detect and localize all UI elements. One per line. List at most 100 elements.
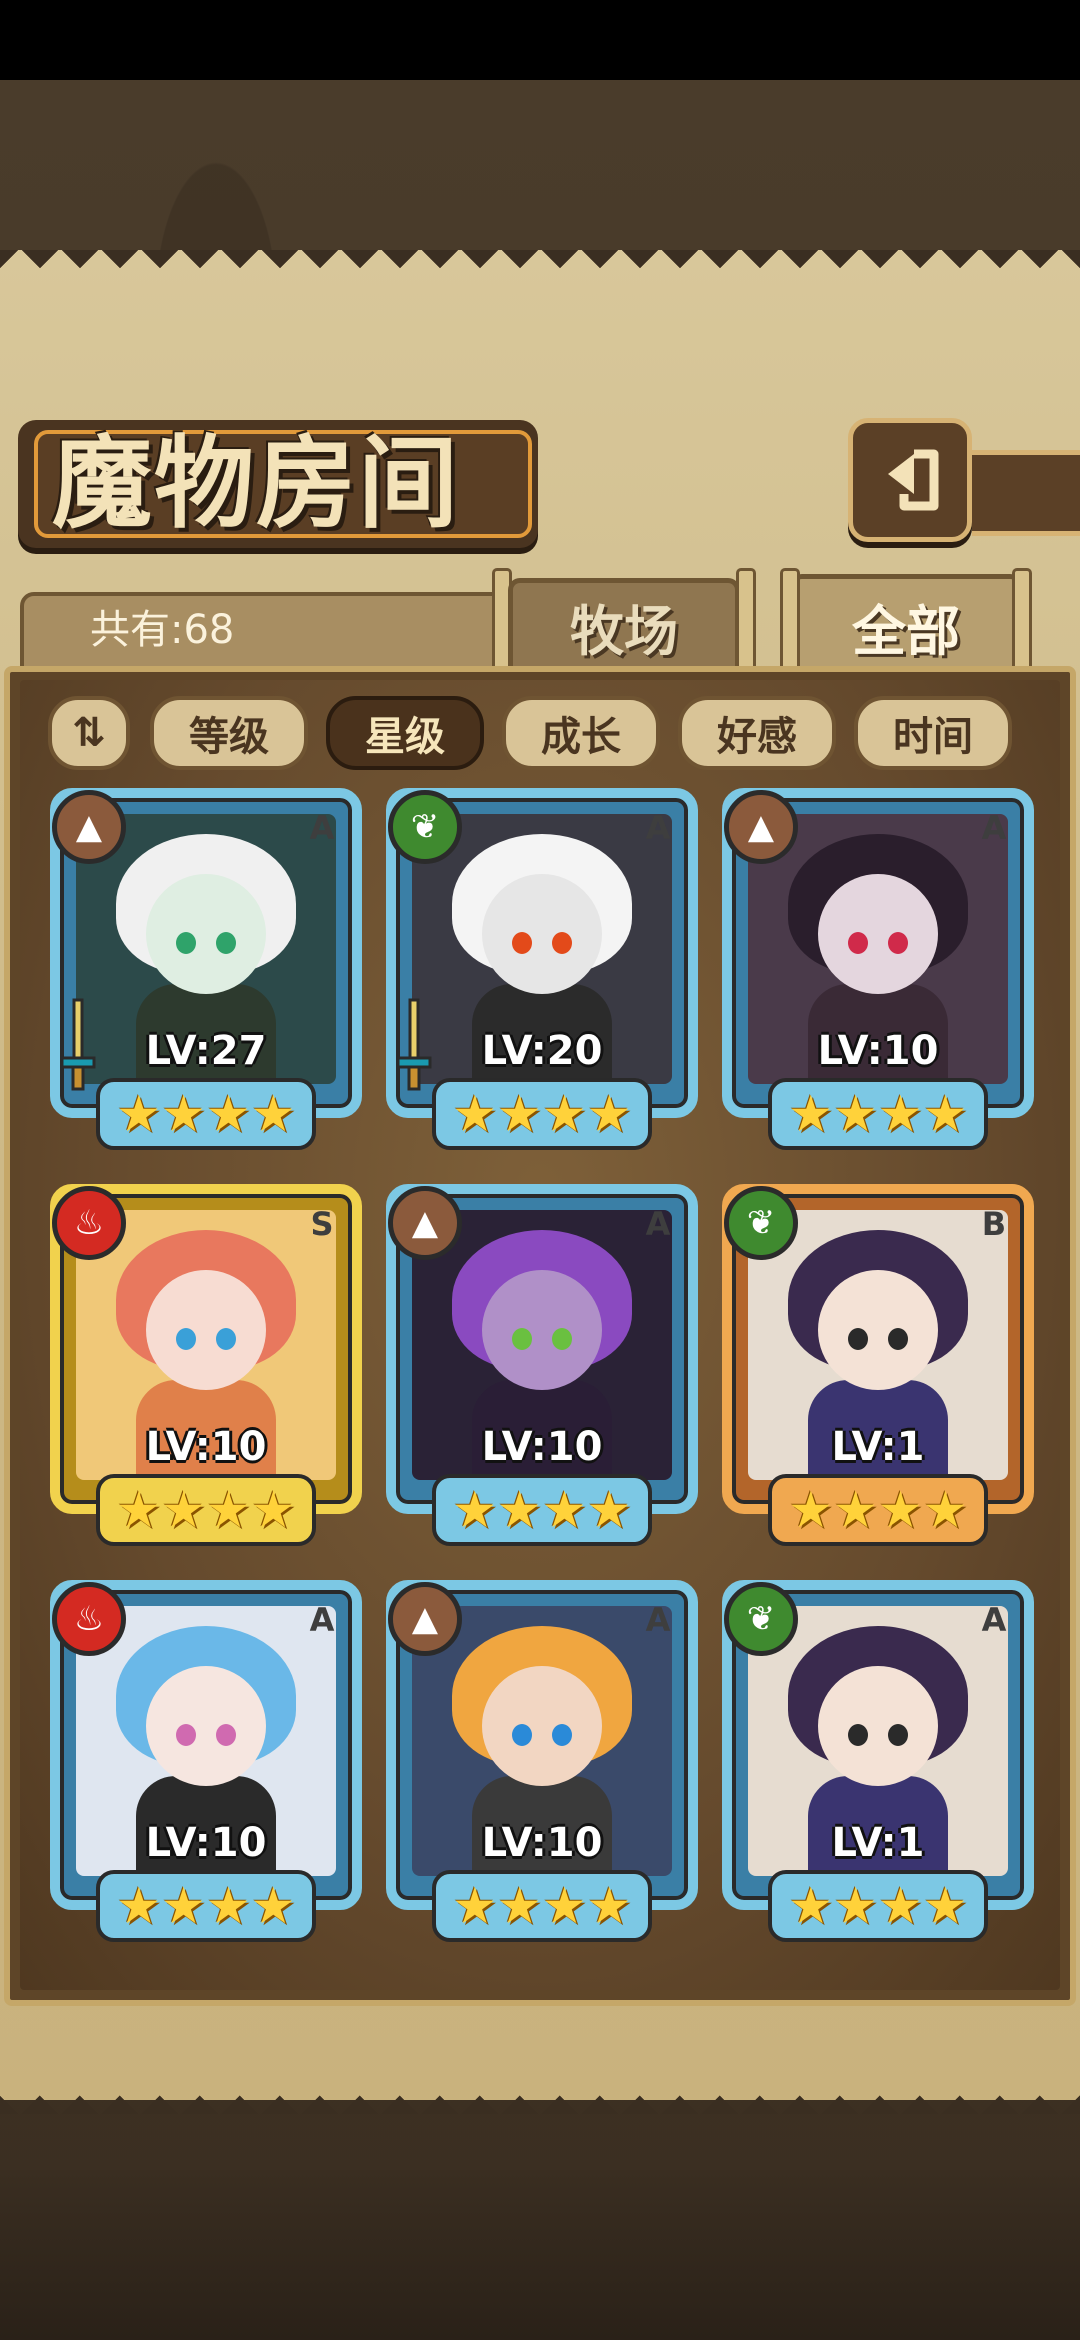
bottom-background	[0, 2170, 1080, 2340]
monster-card[interactable]: A ♨ LV:10 ★ ★ ★ ★	[50, 1580, 362, 1950]
star-icon: ★	[788, 1481, 834, 1539]
sort-order-button[interactable]: ⇅	[48, 696, 130, 770]
star-icon: ★	[788, 1877, 834, 1935]
monster-card[interactable]: A ▲ LV:10 ★ ★ ★ ★	[722, 788, 1034, 1158]
sort-affection-button[interactable]: 好感	[678, 696, 836, 770]
rank-badge: A	[309, 1601, 335, 1639]
portrait-head	[146, 1666, 266, 1786]
earth-element-icon: ▲	[388, 1582, 462, 1656]
portrait-head	[146, 1270, 266, 1390]
star-icon: ★	[586, 1481, 632, 1539]
monster-level: LV:1	[831, 1820, 925, 1866]
tab-label: 全部	[852, 599, 960, 663]
monster-level: LV:10	[145, 1424, 267, 1470]
star-rating: ★ ★ ★ ★	[432, 1474, 652, 1546]
star-icon: ★	[161, 1481, 206, 1539]
portrait-eye	[216, 932, 236, 954]
star-rating: ★ ★ ★ ★	[96, 1474, 316, 1546]
portrait-eye	[176, 1724, 196, 1746]
back-button[interactable]	[848, 418, 972, 542]
star-icon: ★	[497, 1085, 542, 1143]
portrait-eye	[888, 1724, 908, 1746]
star-icon: ★	[788, 1085, 834, 1143]
tab-label: 牧场	[570, 599, 678, 663]
monster-level: LV:10	[145, 1820, 267, 1866]
tab-pasture[interactable]: 牧场	[508, 578, 740, 670]
portrait-eye	[512, 1328, 532, 1350]
monster-level: LV:10	[817, 1028, 939, 1074]
star-icon: ★	[452, 1877, 498, 1935]
earth-element-icon: ▲	[724, 790, 798, 864]
rank-badge: A	[645, 809, 671, 847]
tab-post	[736, 568, 756, 680]
monster-card[interactable]: S ♨ LV:10 ★ ★ ★ ★	[50, 1184, 362, 1554]
monster-level: LV:1	[831, 1424, 925, 1470]
portrait-eye	[848, 932, 868, 954]
monster-card[interactable]: A ▲ LV:10 ★ ★ ★ ★	[386, 1184, 698, 1554]
portrait-eye	[848, 1724, 868, 1746]
sort-growth-button[interactable]: 成长	[502, 696, 660, 770]
monster-card[interactable]: A ▲ LV:27 ★ ★ ★ ★	[50, 788, 362, 1158]
star-icon: ★	[833, 1085, 878, 1143]
monster-card[interactable]: A ▲ LV:10 ★ ★ ★ ★	[386, 1580, 698, 1950]
tab-all[interactable]: 全部	[790, 574, 1022, 674]
sort-star-button[interactable]: 星级	[326, 696, 484, 770]
portrait-eye	[888, 932, 908, 954]
star-icon: ★	[116, 1085, 162, 1143]
portrait-eye	[888, 1328, 908, 1350]
page-title: 魔物房间	[52, 424, 460, 542]
monster-level: LV:10	[481, 1424, 603, 1470]
portrait-eye	[216, 1328, 236, 1350]
star-icon: ★	[542, 1085, 587, 1143]
fire-element-icon: ♨	[52, 1582, 126, 1656]
portrait-head	[818, 1666, 938, 1786]
monster-level: LV:20	[481, 1028, 603, 1074]
portrait-head	[146, 874, 266, 994]
rank-badge: A	[645, 1601, 671, 1639]
portrait-eye	[552, 932, 572, 954]
portrait-head	[482, 1270, 602, 1390]
portrait-eye	[552, 1328, 572, 1350]
portrait-head	[482, 874, 602, 994]
portrait-eye	[848, 1328, 868, 1350]
monster-card[interactable]: A ❦ LV:1 ★ ★ ★ ★	[722, 1580, 1034, 1950]
portrait-eye	[176, 1328, 196, 1350]
rank-badge: S	[310, 1205, 334, 1243]
fire-element-icon: ♨	[52, 1186, 126, 1260]
star-icon: ★	[452, 1481, 498, 1539]
star-icon: ★	[250, 1877, 296, 1935]
star-icon: ★	[922, 1085, 968, 1143]
portrait-eye	[216, 1724, 236, 1746]
rank-badge: B	[981, 1205, 1007, 1243]
portrait-eye	[512, 932, 532, 954]
rank-badge: A	[981, 809, 1007, 847]
tab-post	[1012, 568, 1032, 680]
monster-level: LV:27	[145, 1028, 267, 1074]
rank-badge: A	[309, 809, 335, 847]
portrait-head	[818, 874, 938, 994]
wood-element-icon: ❦	[724, 1582, 798, 1656]
portrait-head	[482, 1666, 602, 1786]
tab-post	[780, 568, 800, 680]
star-rating: ★ ★ ★ ★	[768, 1870, 988, 1942]
star-icon: ★	[161, 1085, 206, 1143]
star-icon: ★	[878, 1085, 923, 1143]
star-icon: ★	[116, 1877, 162, 1935]
star-icon: ★	[833, 1877, 878, 1935]
monster-level: LV:10	[481, 1820, 603, 1866]
star-icon: ★	[161, 1877, 206, 1935]
star-icon: ★	[922, 1877, 968, 1935]
star-icon: ★	[586, 1877, 632, 1935]
monster-card[interactable]: A ❦ LV:20 ★ ★ ★ ★	[386, 788, 698, 1158]
sort-time-button[interactable]: 时间	[854, 696, 1012, 770]
star-icon: ★	[250, 1481, 296, 1539]
star-rating: ★ ★ ★ ★	[768, 1474, 988, 1546]
monster-card[interactable]: B ❦ LV:1 ★ ★ ★ ★	[722, 1184, 1034, 1554]
earth-element-icon: ▲	[388, 1186, 462, 1260]
star-icon: ★	[250, 1085, 296, 1143]
status-bar	[0, 0, 1080, 80]
earth-element-icon: ▲	[52, 790, 126, 864]
parchment-edge-top	[0, 250, 1080, 284]
sort-level-button[interactable]: 等级	[150, 696, 308, 770]
star-icon: ★	[206, 1877, 251, 1935]
